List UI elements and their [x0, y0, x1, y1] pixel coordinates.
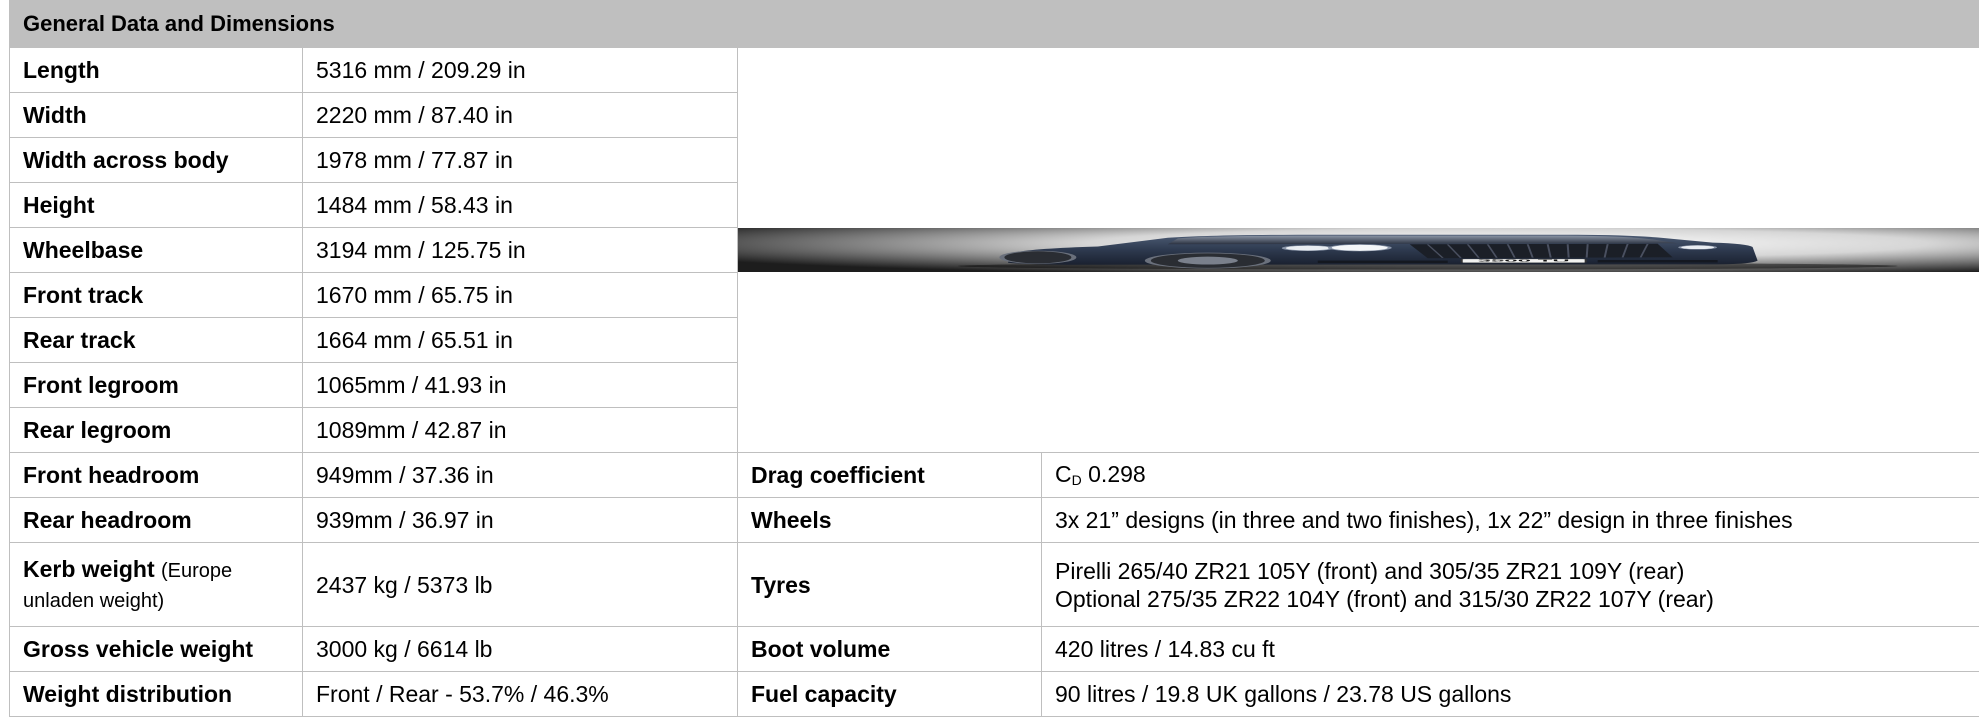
spec-value: 3194 mm / 125.75 in	[302, 227, 738, 273]
spec-label: Front track	[9, 272, 303, 318]
table-row: Kerb weight (Europe unladen weight) 2437…	[9, 542, 1979, 627]
spec-value: 420 litres / 14.83 cu ft	[1040, 626, 1979, 672]
spec-label: Gross vehicle weight	[9, 626, 303, 672]
spec-value: 1089mm / 42.87 in	[302, 407, 738, 453]
spec-value: 0.298	[1081, 460, 1146, 487]
spec-label: Width	[9, 92, 303, 138]
spec-value: 939mm / 36.97 in	[302, 497, 738, 543]
spec-label: Wheelbase	[9, 227, 303, 273]
table-row: Weight distribution Front / Rear - 53.7%…	[9, 671, 1979, 717]
spec-label: Length	[9, 47, 303, 93]
spec-value: 2220 mm / 87.40 in	[302, 92, 738, 138]
spec-label: Fuel capacity	[737, 671, 1042, 717]
spec-label: Height	[9, 182, 303, 228]
kerb-weight-label: Kerb weight (Europe unladen weight)	[9, 542, 303, 627]
spec-value: 1664 mm / 65.51 in	[302, 317, 738, 363]
spec-sheet: General Data and Dimensions Length 5316 …	[0, 0, 1979, 722]
tyres-line: Optional 275/35 ZR22 104Y (front) and 31…	[1055, 585, 1714, 612]
table-row: Front headroom 949mm / 37.36 in Drag coe…	[9, 452, 1979, 498]
spec-value: 1978 mm / 77.87 in	[302, 137, 738, 183]
car-image: 3500 TU	[738, 228, 1979, 272]
spec-table: General Data and Dimensions Length 5316 …	[8, 0, 1979, 717]
spec-value: 1065mm / 41.93 in	[302, 362, 738, 408]
table-row: Gross vehicle weight 3000 kg / 6614 lb B…	[9, 626, 1979, 672]
spec-value: Front / Rear - 53.7% / 46.3%	[302, 671, 738, 717]
spec-value: 3x 21” designs (in three and two finishe…	[1040, 497, 1979, 543]
spec-label: Boot volume	[737, 626, 1042, 672]
drag-coefficient-value: CD 0.298	[1040, 452, 1979, 498]
spec-label: Kerb weight	[23, 555, 155, 582]
spec-label: Rear headroom	[9, 497, 303, 543]
spec-label: Weight distribution	[9, 671, 303, 717]
spec-label: Drag coefficient	[737, 452, 1042, 498]
cd-subscript: D	[1071, 471, 1082, 488]
spec-label: Rear track	[9, 317, 303, 363]
tyres-line: Pirelli 265/40 ZR21 105Y (front) and 305…	[1055, 557, 1685, 584]
spec-label: Wheels	[737, 497, 1042, 543]
spec-value: 90 litres / 19.8 UK gallons / 23.78 US g…	[1040, 671, 1979, 717]
spec-label: Width across body	[9, 137, 303, 183]
tyres-value: Pirelli 265/40 ZR21 105Y (front) and 305…	[1040, 542, 1979, 627]
header-row: General Data and Dimensions	[8, 0, 1979, 48]
table-row: Length 5316 mm / 209.29 in 3500 TU	[9, 47, 1979, 453]
license-plate: 3500 TU	[1478, 259, 1570, 262]
spec-label: Front headroom	[9, 452, 303, 498]
spec-value: 5316 mm / 209.29 in	[302, 47, 738, 93]
spec-label: Front legroom	[9, 362, 303, 408]
spec-label: Rear legroom	[9, 407, 303, 453]
spec-value: 2437 kg / 5373 lb	[302, 542, 738, 627]
section-title: General Data and Dimensions	[8, 0, 1979, 48]
spec-value: 1484 mm / 58.43 in	[302, 182, 738, 228]
cd-symbol: C	[1055, 460, 1072, 487]
spec-label: Tyres	[737, 542, 1042, 627]
spec-value: 949mm / 37.36 in	[302, 452, 738, 498]
spec-value: 1670 mm / 65.75 in	[302, 272, 738, 318]
table-row: Rear headroom 939mm / 36.97 in Wheels 3x…	[9, 497, 1979, 543]
car-image-cell: 3500 TU	[736, 47, 1979, 453]
spec-value: 3000 kg / 6614 lb	[302, 626, 738, 672]
